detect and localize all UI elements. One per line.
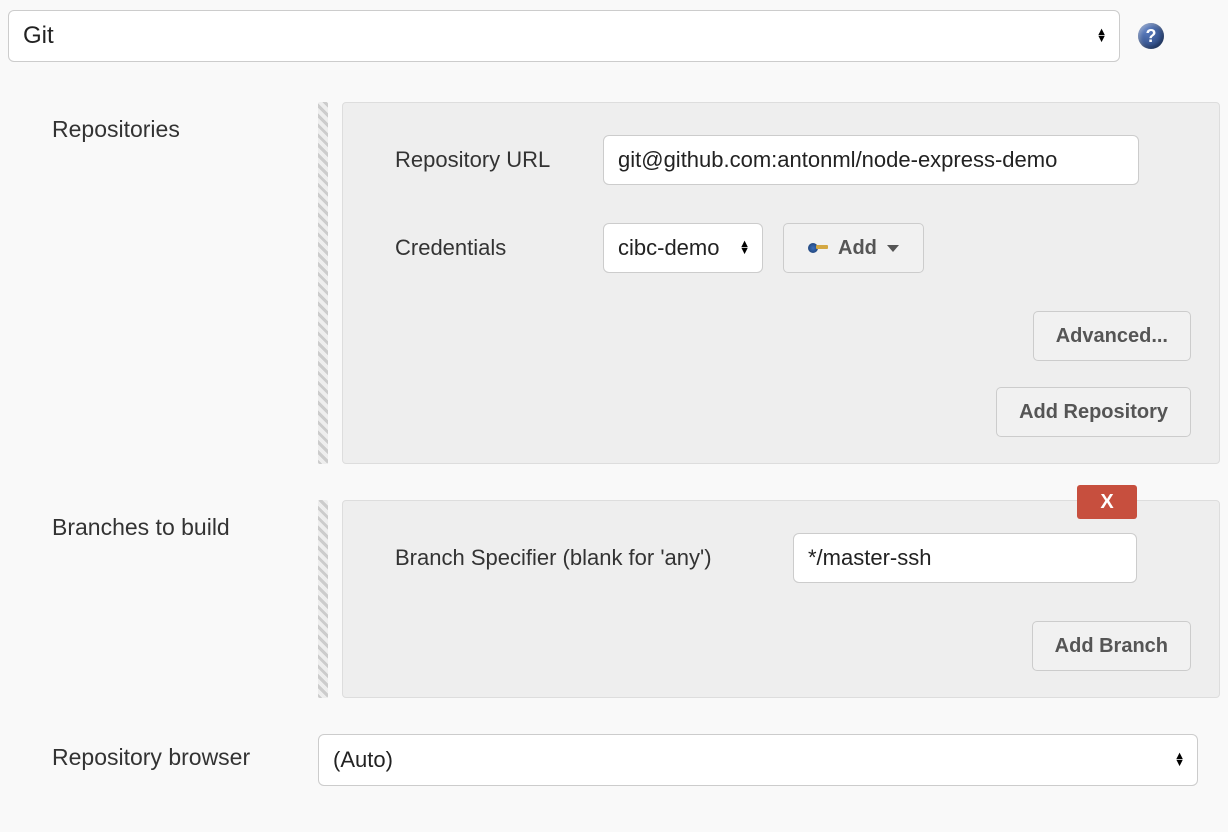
credentials-select[interactable]: cibc-demo ▲▼ [603,223,763,273]
add-branch-button-label: Add Branch [1055,635,1168,658]
repository-url-label: Repository URL [395,147,583,173]
branches-label: Branches to build [8,500,318,541]
branch-specifier-input[interactable] [793,533,1137,583]
add-repository-button[interactable]: Add Repository [996,387,1191,437]
add-credentials-button[interactable]: Add [783,223,924,273]
drag-handle[interactable] [318,102,328,464]
repositories-label: Repositories [8,102,318,143]
select-arrows-icon: ▲▼ [1096,29,1107,43]
branch-card: X ? Branch Specifier (blank for 'any') A… [342,500,1220,698]
select-arrows-icon: ▲▼ [739,241,750,255]
repository-browser-label: Repository browser [8,734,318,771]
key-icon [808,241,828,255]
delete-branch-button[interactable]: X [1077,485,1137,519]
advanced-button[interactable]: Advanced... [1033,311,1191,361]
scm-select[interactable]: Git ▲▼ [8,10,1120,62]
delete-label: X [1100,491,1113,514]
repository-browser-select[interactable]: (Auto) ▲▼ [318,734,1198,786]
drag-handle[interactable] [318,500,328,698]
credentials-label: Credentials [395,235,583,261]
scm-select-value: Git [23,22,54,50]
chevron-down-icon [887,245,899,252]
repository-browser-value: (Auto) [333,747,393,773]
advanced-button-label: Advanced... [1056,325,1168,348]
select-arrows-icon: ▲▼ [1174,753,1185,767]
branch-specifier-label: Branch Specifier (blank for 'any') [395,545,773,571]
help-icon[interactable]: ? [1138,23,1164,49]
repository-card: ? Repository URL Credentials cibc-demo ▲… [342,102,1220,464]
credentials-select-value: cibc-demo [618,235,719,261]
add-button-label: Add [838,237,877,260]
repository-url-input[interactable] [603,135,1139,185]
add-branch-button[interactable]: Add Branch [1032,621,1191,671]
add-repository-button-label: Add Repository [1019,401,1168,424]
